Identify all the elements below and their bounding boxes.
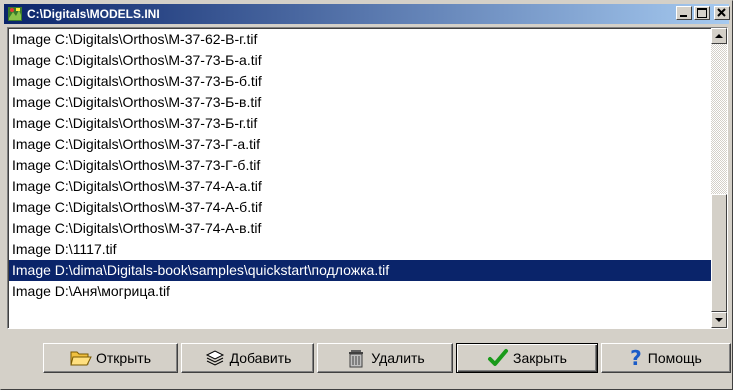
list-item-selected[interactable]: Image D:\dima\Digitals-book\samples\quic… [9, 260, 711, 281]
list-item[interactable]: Image C:\Digitals\Orthos\M-37-73-Б-в.tif [9, 92, 711, 113]
scroll-down-button[interactable] [711, 312, 727, 328]
minimize-button[interactable] [676, 6, 692, 20]
add-button[interactable]: Добавить [181, 343, 314, 373]
list-item[interactable]: Image C:\Digitals\Orthos\M-37-73-Г-а.tif [9, 134, 711, 155]
close-icon [717, 8, 726, 17]
folder-open-icon [70, 348, 92, 368]
minimize-icon [680, 15, 687, 17]
list-item[interactable]: Image C:\Digitals\Orthos\M-37-73-Г-б.tif [9, 155, 711, 176]
list-item[interactable]: Image C:\Digitals\Orthos\M-37-74-А-б.tif [9, 197, 711, 218]
help-icon: ? [630, 346, 642, 370]
scroll-thumb[interactable] [711, 194, 727, 312]
open-button-label: Открыть [96, 350, 151, 366]
checkmark-icon [487, 348, 509, 368]
models-ini-window: C:\Digitals\MODELS.INI Image C:\Digitals… [0, 0, 733, 390]
open-button[interactable]: Открыть [43, 343, 178, 373]
close-button-label: Закрыть [513, 350, 567, 366]
close-window-button[interactable] [714, 6, 730, 20]
image-list: Image C:\Digitals\Orthos\M-37-62-В-г.tif… [8, 28, 711, 328]
help-button[interactable]: ? Помощь [601, 343, 731, 373]
arrow-up-icon [715, 34, 723, 38]
image-listbox[interactable]: Image C:\Digitals\Orthos\M-37-62-В-г.tif… [7, 27, 728, 329]
maximize-icon [697, 8, 707, 18]
arrow-down-icon [715, 318, 723, 322]
add-layers-icon [204, 348, 226, 368]
list-item[interactable]: Image C:\Digitals\Orthos\M-37-73-Б-г.tif [9, 113, 711, 134]
scroll-up-button[interactable] [711, 28, 727, 44]
window-title: C:\Digitals\MODELS.INI [27, 7, 160, 21]
list-item[interactable]: Image C:\Digitals\Orthos\M-37-73-Б-а.tif [9, 50, 711, 71]
list-item[interactable]: Image C:\Digitals\Orthos\M-37-62-В-г.tif [9, 29, 711, 50]
close-button[interactable]: Закрыть [456, 343, 598, 373]
trash-icon [345, 348, 367, 368]
app-icon [7, 6, 23, 22]
title-bar[interactable]: C:\Digitals\MODELS.INI [4, 4, 730, 24]
list-item[interactable]: Image C:\Digitals\Orthos\M-37-74-А-а.tif [9, 176, 711, 197]
list-item[interactable]: Image C:\Digitals\Orthos\M-37-73-Б-б.tif [9, 71, 711, 92]
list-item[interactable]: Image D:\1117.tif [9, 239, 711, 260]
delete-button[interactable]: Удалить [317, 343, 453, 373]
delete-button-label: Удалить [371, 350, 425, 366]
add-button-label: Добавить [229, 350, 292, 366]
help-button-label: Помощь [647, 350, 702, 366]
list-item[interactable]: Image D:\Аня\могрица.tif [9, 281, 711, 302]
list-item[interactable]: Image C:\Digitals\Orthos\M-37-74-А-в.tif [9, 218, 711, 239]
maximize-button[interactable] [694, 6, 710, 20]
vertical-scrollbar[interactable] [711, 28, 727, 328]
